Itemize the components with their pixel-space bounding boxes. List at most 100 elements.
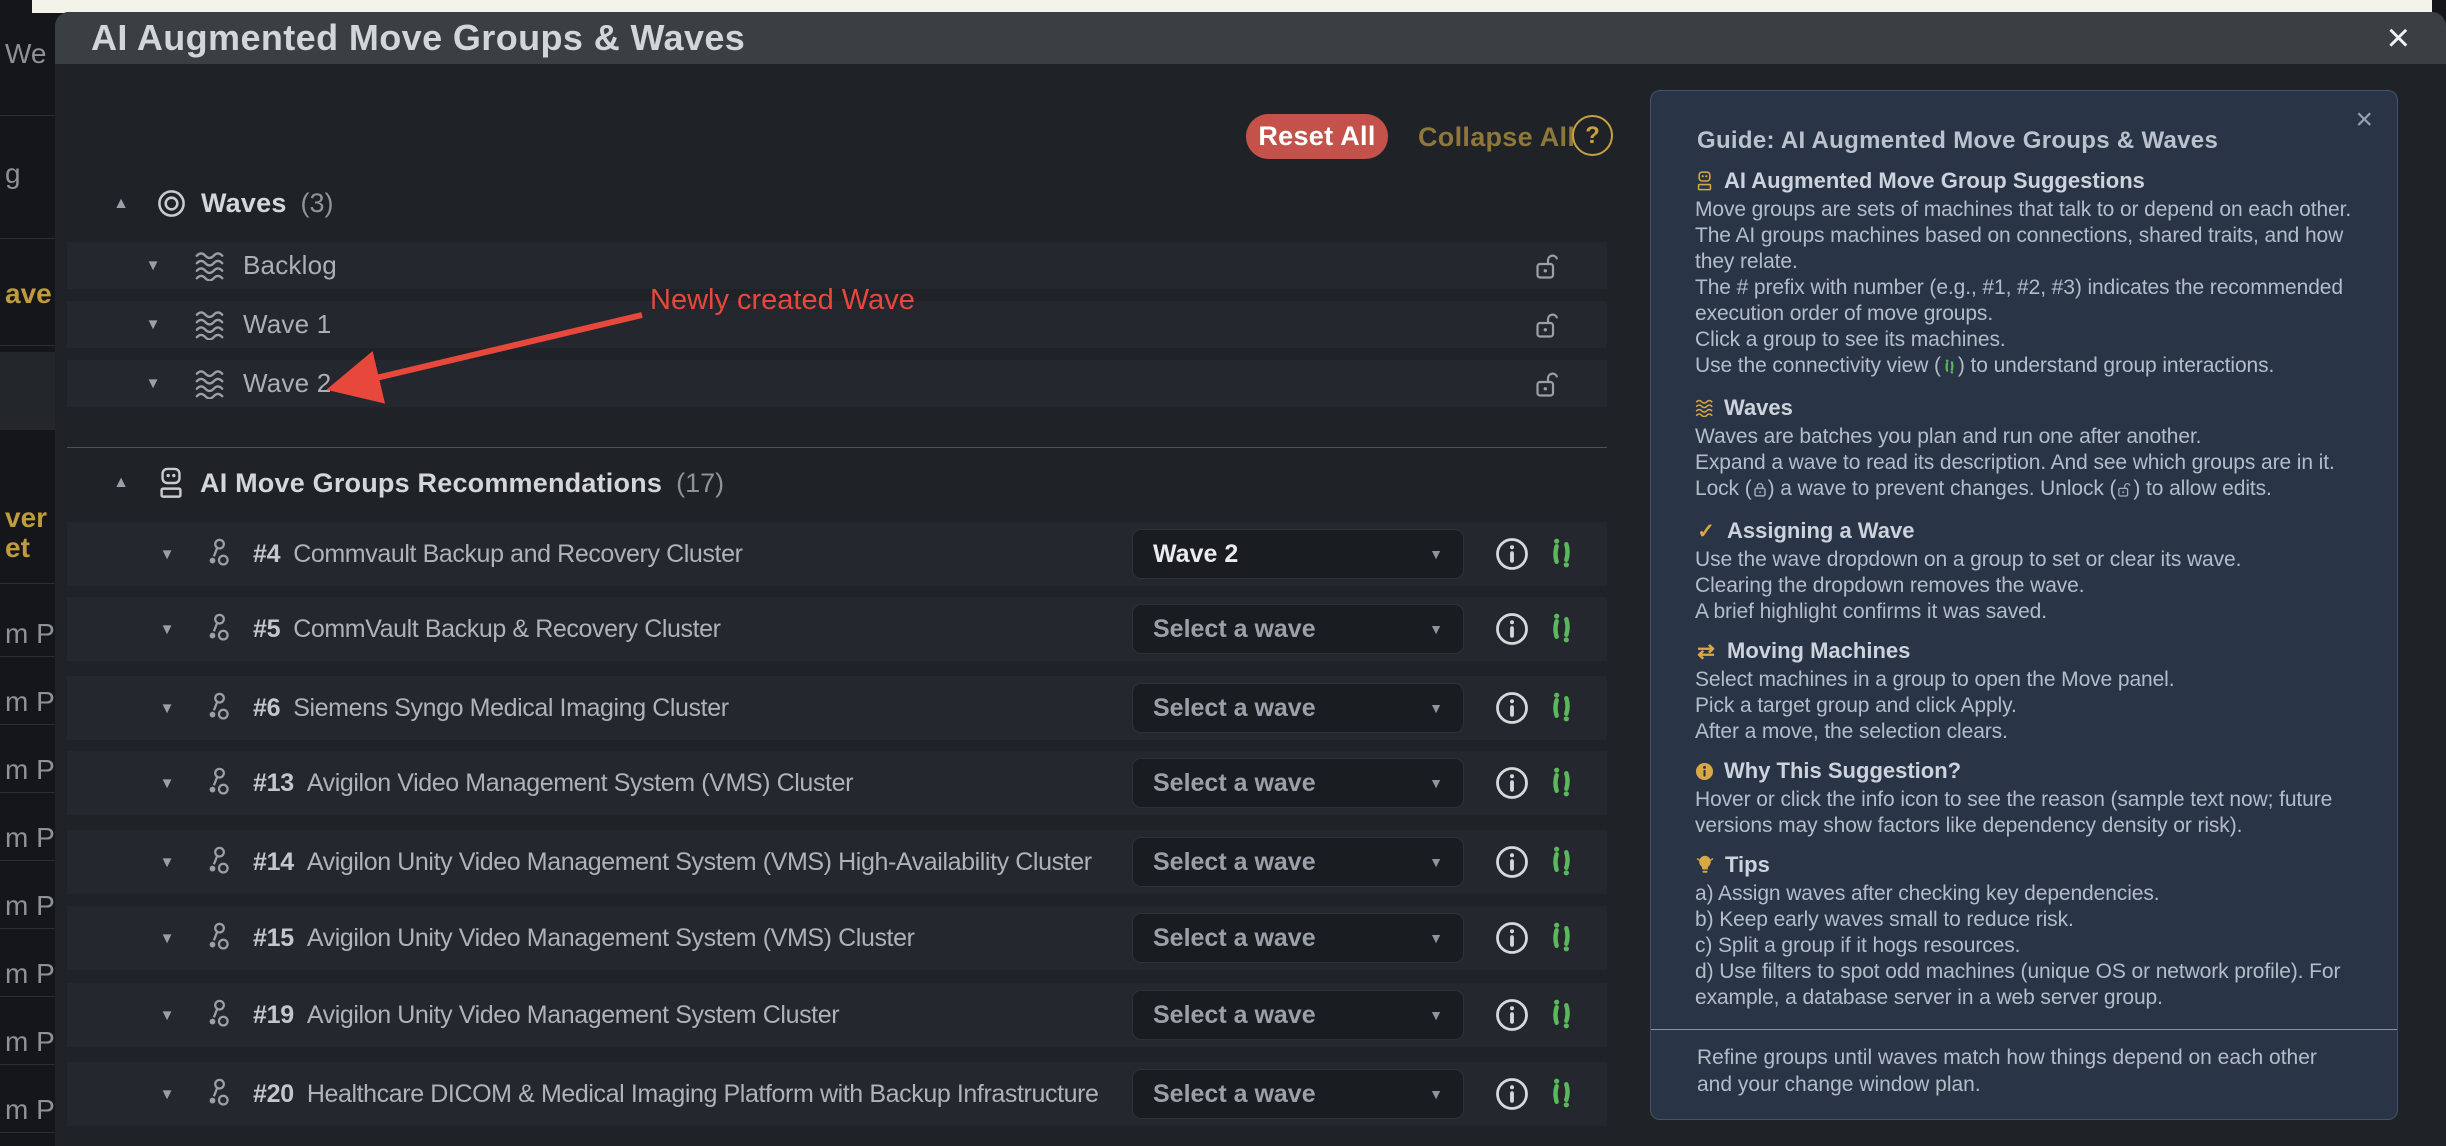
background-text-fragment: m P	[5, 754, 55, 786]
wave-dropdown[interactable]: Wave 2 ▼	[1132, 529, 1464, 579]
unlock-icon[interactable]	[1534, 251, 1561, 281]
chevron-down-icon[interactable]: ▼	[155, 1086, 179, 1103]
guide-section-title: Assigning a Wave	[1727, 518, 1914, 544]
reset-all-button[interactable]: Reset All	[1246, 114, 1388, 159]
guide-section-why: Why This Suggestion? Hover or click the …	[1695, 758, 2359, 839]
move-group-row[interactable]: ▼ #4 Commvault Backup and Recovery Clust…	[67, 522, 1607, 586]
info-icon[interactable]	[1495, 921, 1529, 955]
chevron-down-icon[interactable]: ▼	[155, 854, 179, 871]
move-group-order: #14	[253, 848, 294, 877]
move-group-row[interactable]: ▼ #19 Avigilon Unity Video Management Sy…	[67, 983, 1607, 1047]
chevron-up-icon[interactable]: ▲	[108, 474, 134, 492]
divider	[0, 860, 55, 861]
info-icon[interactable]	[1495, 612, 1529, 646]
chevron-down-icon[interactable]: ▼	[155, 930, 179, 947]
recommendations-section-header: ▲ AI Move Groups Recommendations (17)	[108, 466, 724, 500]
collapse-all-button[interactable]: Collapse All	[1418, 122, 1575, 153]
help-icon[interactable]: ?	[1572, 115, 1613, 156]
wave-dropdown[interactable]: Select a wave ▼	[1132, 837, 1464, 887]
info-icon[interactable]	[1495, 998, 1529, 1032]
wave-dropdown[interactable]: Select a wave ▼	[1132, 683, 1464, 733]
wave-dropdown[interactable]: Select a wave ▼	[1132, 758, 1464, 808]
wave-dropdown[interactable]: Select a wave ▼	[1132, 990, 1464, 1040]
unlock-icon[interactable]	[1534, 310, 1561, 340]
move-group-order: #20	[253, 1080, 294, 1109]
chevron-down-icon[interactable]: ▼	[141, 316, 165, 333]
wave-row[interactable]: ▼ Backlog	[67, 242, 1607, 289]
chevron-down-icon[interactable]: ▼	[155, 775, 179, 792]
cluster-icon	[205, 537, 235, 571]
background-text-fragment: m P	[5, 1094, 55, 1126]
info-icon[interactable]	[1495, 845, 1529, 879]
move-group-order: #19	[253, 1001, 294, 1030]
guide-footer: Refine groups until waves match how thin…	[1695, 1030, 2359, 1098]
wave-dropdown-value: Select a wave	[1153, 1001, 1316, 1030]
guide-line: Select machines in a group to open the M…	[1695, 667, 2359, 693]
connectivity-icon[interactable]	[1546, 765, 1577, 799]
guide-line: a) Assign waves after checking key depen…	[1695, 881, 2359, 907]
connectivity-icon[interactable]	[1546, 690, 1577, 724]
move-group-order: #5	[253, 615, 280, 644]
connectivity-icon[interactable]	[1546, 611, 1577, 645]
wave-dropdown[interactable]: Select a wave ▼	[1132, 604, 1464, 654]
guide-line: The AI groups machines based on connecti…	[1695, 223, 2359, 275]
wave-dropdown-value: Select a wave	[1153, 694, 1316, 723]
background-text-fragment: ave	[5, 278, 52, 310]
connectivity-icon[interactable]	[1546, 536, 1577, 570]
chevron-down-icon[interactable]: ▼	[155, 621, 179, 638]
guide-line: Use the wave dropdown on a group to set …	[1695, 547, 2359, 573]
move-group-row[interactable]: ▼ #13 Avigilon Video Management System (…	[67, 751, 1607, 815]
background-text-fragment: m P	[5, 822, 55, 854]
chevron-down-icon[interactable]: ▼	[155, 1007, 179, 1024]
guide-line: d) Use filters to spot odd machines (uni…	[1695, 959, 2359, 1011]
move-group-order: #13	[253, 769, 294, 798]
guide-section-assigning: ✓ Assigning a Wave Use the wave dropdown…	[1695, 518, 2359, 625]
background-text-fragment: We	[5, 38, 47, 70]
background-text-fragment: m P	[5, 890, 55, 922]
chevron-down-icon: ▼	[1429, 700, 1443, 716]
chevron-down-icon: ▼	[1429, 1086, 1443, 1102]
guide-line: Use the connectivity view () to understa…	[1695, 353, 2359, 382]
chevron-down-icon[interactable]: ▼	[141, 257, 165, 274]
connectivity-icon[interactable]	[1546, 920, 1577, 954]
cluster-icon	[205, 845, 235, 879]
chevron-down-icon[interactable]: ▼	[155, 700, 179, 717]
bulb-icon	[1695, 854, 1715, 877]
close-icon[interactable]: ×	[2355, 105, 2373, 135]
chevron-down-icon: ▼	[1429, 775, 1443, 791]
wave-dropdown[interactable]: Select a wave ▼	[1132, 913, 1464, 963]
background-text-fragment: m P	[5, 1026, 55, 1058]
divider	[67, 447, 1607, 448]
chevron-down-icon: ▼	[1429, 1007, 1443, 1023]
move-group-row[interactable]: ▼ #5 CommVault Backup & Recovery Cluster…	[67, 597, 1607, 661]
waves-section-header: ▲ Waves (3)	[108, 188, 334, 219]
chevron-down-icon[interactable]: ▼	[155, 546, 179, 563]
move-group-row[interactable]: ▼ #14 Avigilon Unity Video Management Sy…	[67, 830, 1607, 894]
move-group-name: Avigilon Video Management System (VMS) C…	[307, 769, 853, 798]
info-icon[interactable]	[1495, 1077, 1529, 1111]
info-icon[interactable]	[1495, 537, 1529, 571]
move-arrows-icon: ⇄	[1695, 639, 1717, 664]
connectivity-icon	[1942, 356, 1957, 382]
chevron-up-icon[interactable]: ▲	[108, 195, 134, 213]
wave-dropdown-value: Select a wave	[1153, 1080, 1316, 1109]
wave-row[interactable]: ▼ Wave 2	[67, 360, 1607, 407]
unlock-icon[interactable]	[1534, 369, 1561, 399]
wave-dropdown-value: Select a wave	[1153, 848, 1316, 877]
move-group-order: #6	[253, 694, 280, 723]
close-icon[interactable]: ×	[2387, 18, 2410, 58]
background-text-fragment: g	[5, 158, 21, 190]
move-group-row[interactable]: ▼ #20 Healthcare DICOM & Medical Imaging…	[67, 1062, 1607, 1126]
connectivity-icon[interactable]	[1546, 844, 1577, 878]
chevron-down-icon[interactable]: ▼	[141, 375, 165, 392]
move-group-row[interactable]: ▼ #6 Siemens Syngo Medical Imaging Clust…	[67, 676, 1607, 740]
move-group-order: #15	[253, 924, 294, 953]
info-icon[interactable]	[1495, 766, 1529, 800]
waves-icon	[193, 251, 227, 281]
wave-dropdown[interactable]: Select a wave ▼	[1132, 1069, 1464, 1119]
info-icon[interactable]	[1495, 691, 1529, 725]
connectivity-icon[interactable]	[1546, 1076, 1577, 1110]
connectivity-icon[interactable]	[1546, 997, 1577, 1031]
move-group-row[interactable]: ▼ #15 Avigilon Unity Video Management Sy…	[67, 906, 1607, 970]
move-group-name: Siemens Syngo Medical Imaging Cluster	[293, 694, 728, 723]
